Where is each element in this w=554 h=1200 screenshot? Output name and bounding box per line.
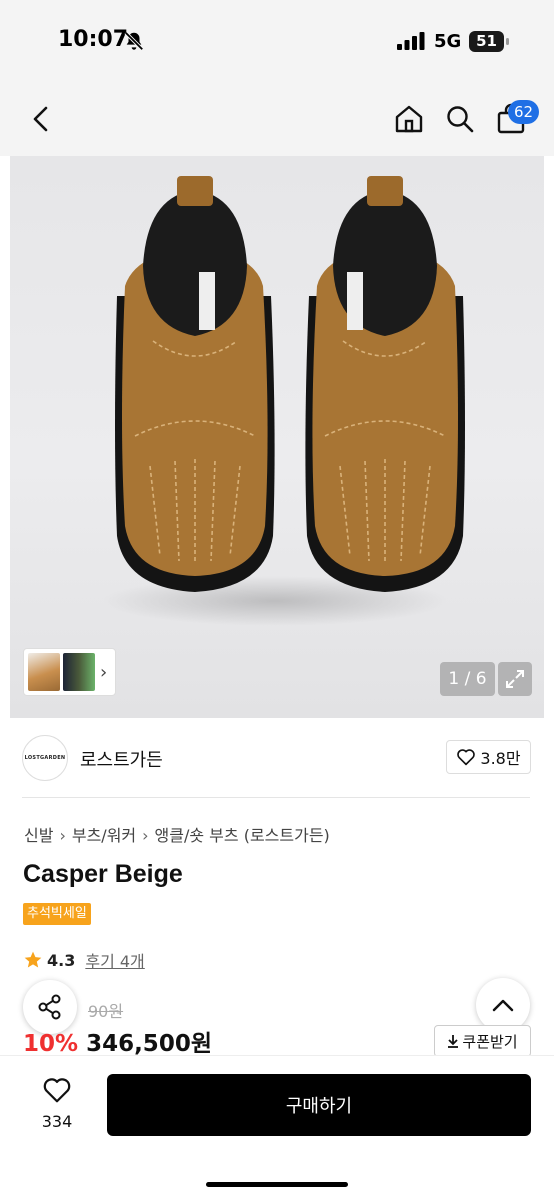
signal-icon [397, 32, 425, 50]
download-icon [448, 1035, 459, 1048]
battery-level: 51 [469, 31, 504, 52]
breadcrumb-item[interactable]: 앵클/숏 부츠 (로스트가든) [155, 826, 330, 845]
promo-badge: 추석빅세일 [23, 903, 91, 925]
discount-rate: 10% [23, 1031, 79, 1057]
battery-tip [506, 38, 509, 45]
home-indicator [206, 1182, 348, 1187]
product-image-left-shoe [115, 176, 275, 592]
breadcrumb-item[interactable]: 부츠/워커 [72, 826, 136, 845]
brand-like-count: 3.8만 [480, 749, 521, 768]
chevron-left-icon [33, 106, 48, 132]
status-time: 10:07 [58, 27, 129, 52]
network-type: 5G [434, 31, 462, 52]
product-image-gallery[interactable]: › 1 / 6 [10, 156, 544, 718]
coupon-label: 쿠폰받기 [462, 1032, 518, 1051]
thumbnail-image[interactable] [28, 653, 60, 691]
share-icon [38, 994, 61, 1020]
expand-image-button[interactable] [498, 662, 532, 696]
brand-logo[interactable]: LOSTGARDEN [22, 735, 68, 781]
status-bar: 10:07 5G 51 [0, 0, 554, 82]
thumbnail-image[interactable] [63, 653, 95, 691]
expand-icon [506, 670, 524, 688]
brand-name[interactable]: 로스트가든 [80, 746, 163, 772]
search-button[interactable] [443, 102, 477, 136]
scroll-to-top-button[interactable] [476, 978, 530, 1032]
divider [22, 797, 530, 798]
heart-icon [457, 749, 476, 766]
bell-off-icon [124, 31, 144, 51]
rating-row: 4.3 후기 4개 [23, 948, 145, 972]
image-page-counter: 1 / 6 [440, 662, 495, 696]
battery-icon: 51 [469, 31, 509, 52]
star-icon [24, 951, 42, 968]
breadcrumb-item[interactable]: 신발 [24, 826, 53, 845]
sale-price: 346,500원 [86, 1031, 212, 1057]
breadcrumb-separator-icon: › [142, 826, 149, 845]
heart-icon [43, 1078, 71, 1103]
home-icon [395, 105, 423, 133]
chevron-right-icon: › [100, 661, 108, 683]
brand-logo-text: LOSTGARDEN [24, 755, 66, 761]
wishlist-count: 334 [41, 1112, 73, 1131]
wishlist-button[interactable]: 334 [30, 1076, 84, 1131]
brand-like-button[interactable]: 3.8만 [446, 740, 531, 774]
thumbnail-strip[interactable]: › [23, 648, 116, 696]
brand-row: LOSTGARDEN 로스트가든 3.8만 [0, 718, 554, 798]
breadcrumb-separator-icon: › [59, 826, 66, 845]
back-button[interactable] [24, 102, 58, 136]
coupon-download-button[interactable]: 쿠폰받기 [434, 1025, 531, 1057]
bottom-action-bar: 334 구매하기 [0, 1055, 554, 1200]
chevron-up-icon [492, 999, 514, 1012]
review-link[interactable]: 후기 4개 [85, 948, 144, 972]
price-row: 10% 346,500원 [23, 1024, 212, 1058]
breadcrumb: 신발 › 부츠/워커 › 앵클/숏 부츠 (로스트가든) [24, 822, 330, 846]
home-button[interactable] [392, 102, 426, 136]
rating-score: 4.3 [47, 950, 76, 970]
buy-button[interactable]: 구매하기 [107, 1074, 531, 1136]
product-image-right-shoe [305, 176, 465, 592]
cart-count-badge: 62 [508, 100, 540, 124]
product-title: Casper Beige [23, 860, 183, 888]
app-header [0, 82, 554, 156]
search-icon [447, 106, 474, 133]
original-price: 90원 [88, 1002, 124, 1021]
